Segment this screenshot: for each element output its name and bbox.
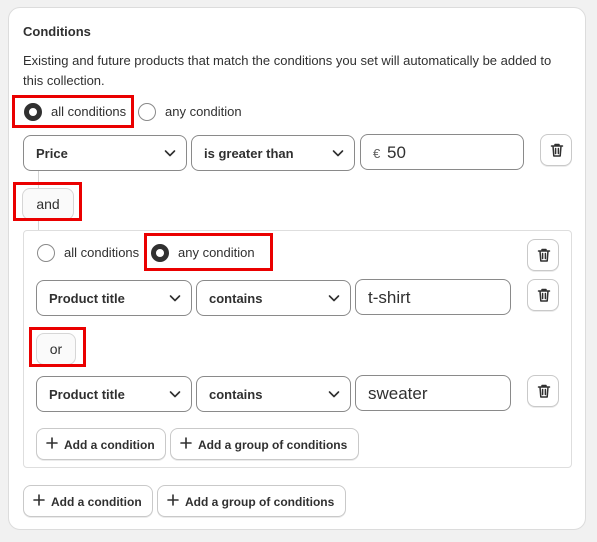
plus-icon xyxy=(46,437,58,449)
card-title: Conditions xyxy=(23,24,91,39)
group-rule-value-text: sweater xyxy=(368,384,428,403)
group-rule-field-select[interactable]: Product title xyxy=(36,376,192,412)
chevron-down-icon xyxy=(332,150,344,157)
currency-prefix: € xyxy=(373,146,381,161)
group-rule-value-input[interactable]: sweater xyxy=(355,375,511,411)
group-rule-field-value: Product title xyxy=(49,387,125,402)
card-description: Existing and future products that match … xyxy=(23,53,552,88)
chevron-down-icon xyxy=(328,391,340,398)
rule-field-select[interactable]: Price xyxy=(23,135,187,171)
group-rule-operator-select[interactable]: contains xyxy=(196,280,351,316)
add-group-button[interactable]: Add a group of conditions xyxy=(157,485,346,517)
plus-icon xyxy=(167,494,179,506)
group-rule-value-text: t-shirt xyxy=(368,288,411,307)
add-group-label: Add a group of conditions xyxy=(185,495,335,509)
rule-operator-value: is greater than xyxy=(204,146,294,161)
group-rule-operator-value: contains xyxy=(209,291,263,306)
trash-icon xyxy=(537,288,551,302)
group-add-group-button[interactable]: Add a group of conditions xyxy=(170,428,359,460)
plus-icon xyxy=(33,494,45,506)
delete-rule-button[interactable] xyxy=(527,279,559,311)
radio-any-condition[interactable] xyxy=(138,103,156,121)
plus-icon xyxy=(180,437,192,449)
highlight-box xyxy=(144,233,273,271)
group-add-condition-button[interactable]: Add a condition xyxy=(36,428,166,460)
rule-operator-select[interactable]: is greater than xyxy=(191,135,355,171)
trash-icon xyxy=(550,143,564,157)
group-add-condition-label: Add a condition xyxy=(64,438,155,452)
group-add-group-label: Add a group of conditions xyxy=(198,438,348,452)
group-radio-all-conditions[interactable] xyxy=(37,244,55,262)
add-condition-button[interactable]: Add a condition xyxy=(23,485,153,517)
group-radio-all-conditions-label: all conditions xyxy=(64,245,140,260)
highlight-box xyxy=(12,95,134,128)
chevron-down-icon xyxy=(164,150,176,157)
highlight-box xyxy=(13,182,82,221)
group-rule-value-input[interactable]: t-shirt xyxy=(355,279,511,315)
group-rule-operator-select[interactable]: contains xyxy=(196,376,351,412)
delete-rule-button[interactable] xyxy=(527,375,559,407)
group-rule-field-value: Product title xyxy=(49,291,125,306)
rule-value-text: 50 xyxy=(387,143,406,162)
group-rule-field-select[interactable]: Product title xyxy=(36,280,192,316)
highlight-box xyxy=(29,327,86,367)
add-condition-label: Add a condition xyxy=(51,495,142,509)
rule-field-value: Price xyxy=(36,146,68,161)
trash-icon xyxy=(537,248,551,262)
rule-value-input[interactable]: € 50 xyxy=(360,134,524,170)
chevron-down-icon xyxy=(328,295,340,302)
chevron-down-icon xyxy=(169,295,181,302)
delete-group-button[interactable] xyxy=(527,239,559,271)
radio-any-condition-label: any condition xyxy=(165,104,242,119)
delete-rule-button[interactable] xyxy=(540,134,572,166)
trash-icon xyxy=(537,384,551,398)
group-rule-operator-value: contains xyxy=(209,387,263,402)
chevron-down-icon xyxy=(169,391,181,398)
